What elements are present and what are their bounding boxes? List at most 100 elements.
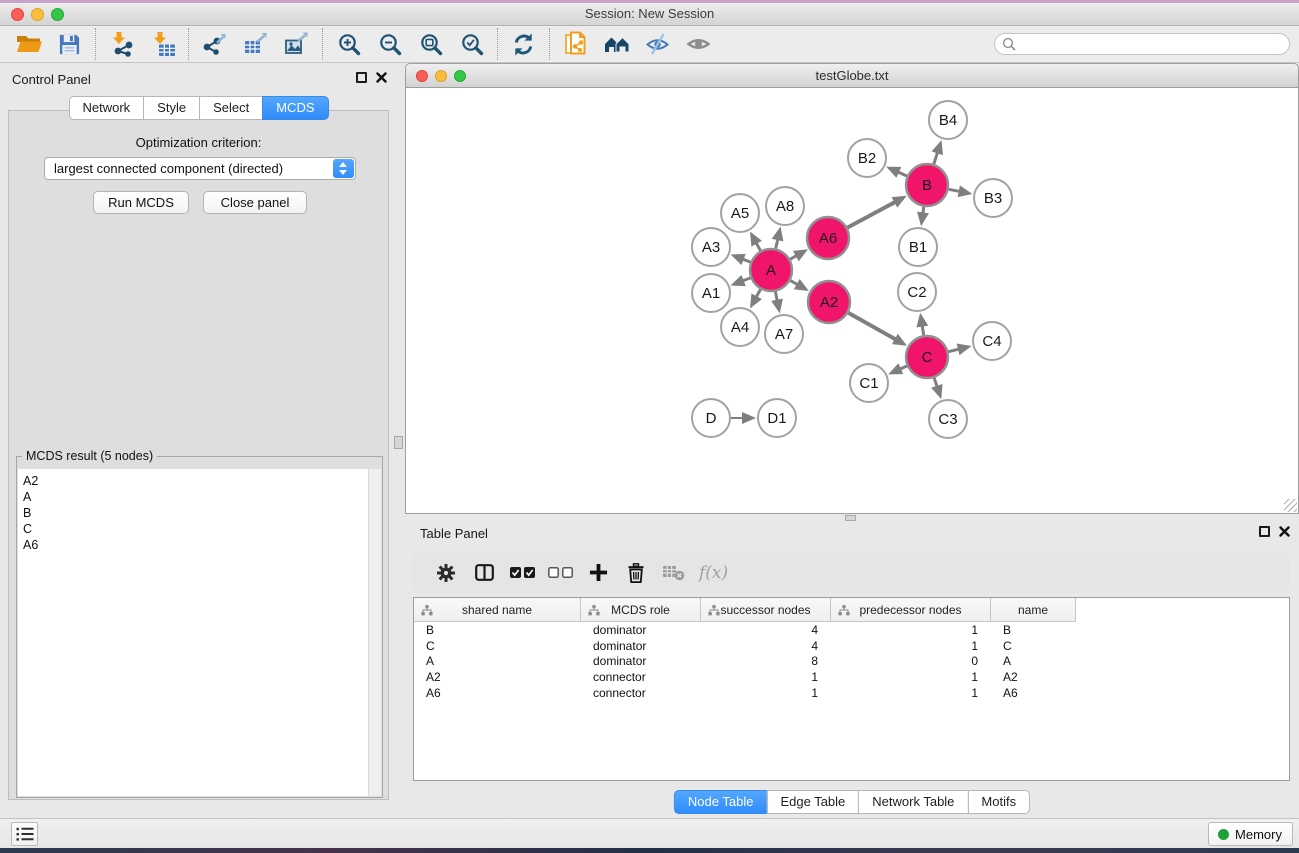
table-cell[interactable]: A2 (991, 670, 1076, 684)
node-B1[interactable]: B1 (899, 228, 937, 266)
edge-C-C2[interactable] (921, 317, 924, 336)
node-C[interactable]: C (906, 336, 948, 378)
table-row[interactable]: Adominator80A (414, 654, 1289, 670)
mcds-result-item[interactable]: A6 (23, 537, 381, 553)
edge-B-B3[interactable] (949, 189, 969, 193)
table-row[interactable]: Bdominator41B (414, 622, 1289, 638)
network-close-button[interactable] (416, 70, 428, 82)
list-scrollbar[interactable] (368, 469, 381, 796)
node-D[interactable]: D (692, 399, 730, 437)
table-cell[interactable]: 1 (831, 623, 991, 637)
edge-A2-C[interactable] (848, 313, 903, 344)
import-network-button[interactable] (101, 28, 142, 60)
first-neighbors-button[interactable] (596, 28, 637, 60)
node-A1[interactable]: A1 (692, 274, 730, 312)
edge-C-C1[interactable] (892, 366, 907, 373)
column-header-shared-name[interactable]: shared name (414, 598, 581, 622)
close-window-button[interactable] (11, 8, 24, 21)
table-cell[interactable]: 8 (701, 654, 831, 668)
tab-select[interactable]: Select (199, 96, 263, 120)
edge-A-A8[interactable] (776, 230, 780, 248)
deselect-all-columns-button[interactable] (541, 556, 579, 590)
table-cell[interactable]: B (991, 623, 1076, 637)
table-cell[interactable]: A2 (414, 670, 581, 684)
mcds-result-list[interactable]: A2ABCA6 (18, 469, 381, 796)
table-cell[interactable]: 1 (701, 686, 831, 700)
edge-A-A1[interactable] (734, 278, 750, 284)
table-cell[interactable]: B (414, 623, 581, 637)
node-A2[interactable]: A2 (808, 281, 850, 323)
node-A6[interactable]: A6 (807, 217, 849, 259)
table-cell[interactable]: A6 (414, 686, 581, 700)
table-row[interactable]: Cdominator41C (414, 638, 1289, 654)
table-cell[interactable]: dominator (581, 639, 701, 653)
table-cell[interactable]: dominator (581, 654, 701, 668)
show-all-button[interactable] (678, 28, 719, 60)
table-cell[interactable]: dominator (581, 623, 701, 637)
table-cell[interactable]: connector (581, 670, 701, 684)
column-header-successor-nodes[interactable]: successor nodes (701, 598, 831, 622)
tab-motifs[interactable]: Motifs (967, 790, 1030, 814)
open-session-button[interactable] (8, 28, 49, 60)
hide-selected-button[interactable] (637, 28, 678, 60)
search-input[interactable] (1020, 35, 1289, 53)
edge-A-A3[interactable] (734, 256, 750, 262)
edge-A-A6[interactable] (790, 251, 804, 259)
zoom-selected-button[interactable] (451, 28, 492, 60)
node-B3[interactable]: B3 (974, 179, 1012, 217)
memory-button[interactable]: Memory (1208, 822, 1293, 846)
node-C3[interactable]: C3 (929, 400, 967, 438)
node-B2[interactable]: B2 (848, 139, 886, 177)
node-A3[interactable]: A3 (692, 228, 730, 266)
table-row[interactable]: A2connector11A2 (414, 669, 1289, 685)
table-cell[interactable]: C (991, 639, 1076, 653)
node-A4[interactable]: A4 (721, 308, 759, 346)
export-network-button[interactable] (194, 28, 235, 60)
tab-network-table[interactable]: Network Table (858, 790, 968, 814)
export-table-button[interactable] (235, 28, 276, 60)
criterion-select[interactable]: largest connected component (directed) (44, 157, 356, 180)
column-header-predecessor-nodes[interactable]: predecessor nodes (831, 598, 991, 622)
save-session-button[interactable] (49, 28, 90, 60)
table-row[interactable]: A6connector11A6 (414, 685, 1289, 701)
node-C2[interactable]: C2 (898, 273, 936, 311)
minimize-window-button[interactable] (31, 8, 44, 21)
edge-B-B1[interactable] (922, 207, 924, 223)
export-image-button[interactable] (276, 28, 317, 60)
node-C1[interactable]: C1 (850, 364, 888, 402)
import-table-button[interactable] (142, 28, 183, 60)
table-cell[interactable]: 4 (701, 623, 831, 637)
vertical-split-handle[interactable] (394, 436, 403, 449)
column-header-name[interactable]: name (991, 598, 1076, 622)
edge-C-C3[interactable] (934, 378, 940, 396)
edge-A-A4[interactable] (752, 289, 761, 305)
tab-edge-table[interactable]: Edge Table (766, 790, 859, 814)
table-panel-float-button[interactable] (1259, 526, 1270, 537)
edge-A-A2[interactable] (790, 281, 805, 289)
node-C4[interactable]: C4 (973, 322, 1011, 360)
table-cell[interactable]: A (991, 654, 1076, 668)
edge-A6-B[interactable] (847, 198, 903, 228)
network-zoom-button[interactable] (454, 70, 466, 82)
node-A7[interactable]: A7 (765, 315, 803, 353)
new-network-from-selection-button[interactable] (555, 28, 596, 60)
run-mcds-button[interactable]: Run MCDS (93, 191, 189, 214)
tab-node-table[interactable]: Node Table (674, 790, 768, 814)
mcds-result-item[interactable]: B (23, 505, 381, 521)
control-panel-close-button[interactable] (376, 72, 387, 83)
apply-layout-button[interactable] (503, 28, 544, 60)
select-all-columns-button[interactable] (503, 556, 541, 590)
task-history-button[interactable] (11, 822, 38, 846)
node-A[interactable]: A (750, 249, 792, 291)
network-minimize-button[interactable] (435, 70, 447, 82)
table-cell[interactable]: C (414, 639, 581, 653)
node-D1[interactable]: D1 (758, 399, 796, 437)
node-A5[interactable]: A5 (721, 194, 759, 232)
table-cell[interactable]: 1 (831, 639, 991, 653)
network-canvas[interactable]: B4B2BB3A5A8A6B1A3AC2A1A2A4A7C4CC1C3DD1 (405, 88, 1299, 514)
table-cell[interactable]: 1 (701, 670, 831, 684)
table-panel-close-button[interactable] (1279, 526, 1290, 537)
window-resize-grip[interactable] (1284, 499, 1297, 512)
table-settings-button[interactable] (427, 556, 465, 590)
show-columns-button[interactable] (465, 556, 503, 590)
